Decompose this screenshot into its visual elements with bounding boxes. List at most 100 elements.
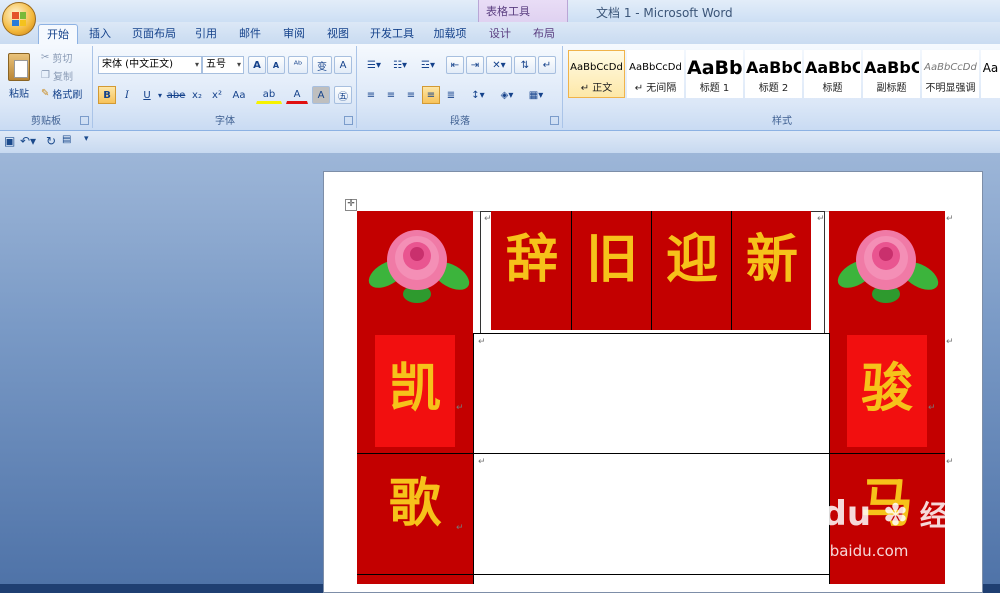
chevron-down-icon: ▾: [236, 60, 241, 69]
styles-group-label: 样式: [772, 116, 792, 127]
decrease-indent-icon[interactable]: ⇤: [446, 56, 464, 74]
row-divider: [357, 453, 473, 454]
style-sample: AaBb: [687, 57, 742, 79]
chevron-down-icon[interactable]: ▾: [156, 86, 164, 104]
baidu-brand: Baidu: [762, 494, 872, 534]
numbering-icon[interactable]: ☷▾: [388, 56, 412, 74]
enclose-char-icon[interactable]: ㊄: [334, 86, 352, 104]
style-name: 标题 1: [699, 83, 730, 94]
tab-addins[interactable]: 加载项: [428, 24, 472, 44]
justify-icon[interactable]: ≡: [422, 86, 440, 104]
font-launcher-icon[interactable]: [344, 116, 353, 125]
header-char-4: 新: [745, 229, 798, 290]
bold-button[interactable]: B: [98, 86, 116, 104]
row-border: [473, 574, 829, 575]
style-more[interactable]: Aa: [981, 50, 1000, 98]
paw-icon: ✽: [882, 498, 909, 533]
align-left-icon[interactable]: ≡: [362, 86, 380, 104]
subscript-button[interactable]: x₂: [188, 86, 206, 104]
font-group: 宋体 (中文正文) ▾ 五号 ▾ A A ᴬᵇ 变 A B I U ▾ abe x₂…: [94, 46, 357, 128]
paragraph-mark-icon: ↵: [946, 457, 954, 467]
style-normal[interactable]: AaBbCcDd ↵ 正文: [568, 50, 625, 98]
change-case-button[interactable]: Aa: [228, 86, 250, 104]
office-button[interactable]: [2, 2, 36, 36]
scissors-icon: ✂: [41, 51, 50, 63]
cut-button[interactable]: ✂ 剪切: [40, 48, 90, 66]
style-name: 不明显强调: [925, 83, 976, 94]
tab-page-layout[interactable]: 页面布局: [126, 24, 182, 44]
undo-icon[interactable]: ↶▾: [20, 134, 36, 148]
tab-mailings[interactable]: 邮件: [232, 24, 268, 44]
multilevel-list-icon[interactable]: ☲▾: [416, 56, 440, 74]
style-heading-2[interactable]: AaBbC 标题 2: [745, 50, 802, 98]
style-subtitle[interactable]: AaBbC 副标题: [863, 50, 920, 98]
tab-view[interactable]: 视图: [320, 24, 356, 44]
header-divider: [651, 211, 652, 330]
phonetic-guide-icon[interactable]: 变: [312, 56, 332, 74]
font-size-select[interactable]: 五号 ▾: [202, 56, 244, 74]
sort-icon[interactable]: ⇅: [514, 56, 536, 74]
tab-references[interactable]: 引用: [188, 24, 224, 44]
bullets-icon[interactable]: ☰▾: [362, 56, 386, 74]
customize-toolbar-icon[interactable]: ▾: [84, 134, 89, 144]
char-shading-button[interactable]: A: [312, 86, 330, 104]
paragraph-mark-icon: ↵: [478, 337, 486, 347]
line-spacing-icon[interactable]: ↕▾: [466, 86, 490, 104]
shrink-font-button[interactable]: A: [267, 56, 285, 74]
style-title[interactable]: AaBbC 标题: [804, 50, 861, 98]
save-icon[interactable]: ▣: [4, 134, 15, 148]
style-heading-1[interactable]: AaBb 标题 1: [686, 50, 743, 98]
show-marks-icon[interactable]: ↵: [538, 56, 556, 74]
asian-layout-icon[interactable]: ✕▾: [486, 56, 512, 74]
style-sample: AaBbCcDd: [570, 62, 623, 73]
tab-layout[interactable]: 布局: [526, 24, 562, 44]
header-char-3: 迎: [665, 229, 718, 290]
italic-button[interactable]: I: [118, 86, 136, 104]
clipboard-launcher-icon[interactable]: [80, 116, 89, 125]
superscript-button[interactable]: x²: [208, 86, 226, 104]
clipboard-group-label: 剪贴板: [31, 116, 61, 127]
copy-label: 复制: [52, 71, 73, 83]
tab-design[interactable]: 设计: [482, 24, 518, 44]
underline-button[interactable]: U: [138, 86, 156, 104]
paste-button[interactable]: 粘贴: [4, 48, 34, 104]
header-char-2: 旧: [585, 229, 638, 290]
tab-review[interactable]: 审阅: [276, 24, 312, 44]
preview-icon[interactable]: ▤: [62, 134, 71, 145]
paragraph-launcher-icon[interactable]: [550, 116, 559, 125]
style-no-spacing[interactable]: AaBbCcDd ↵ 无间隔: [627, 50, 684, 98]
format-painter-button[interactable]: ✎ 格式刷: [40, 84, 90, 102]
paste-icon: [8, 52, 30, 81]
tab-developer[interactable]: 开发工具: [364, 24, 420, 44]
paste-label: 粘贴: [9, 88, 29, 100]
style-sample: Aa: [982, 61, 999, 75]
style-sample: AaBbCcDd: [629, 62, 682, 73]
rose-icon: [837, 230, 939, 303]
highlight-button[interactable]: ab: [256, 86, 282, 104]
header-divider: [731, 211, 732, 330]
distributed-icon[interactable]: ≣: [442, 86, 460, 104]
strikethrough-button[interactable]: abe: [166, 86, 186, 104]
table-cell-empty[interactable]: [474, 334, 829, 453]
align-right-icon[interactable]: ≡: [402, 86, 420, 104]
table-move-handle-icon[interactable]: ✛: [345, 199, 357, 211]
char-border-button[interactable]: A: [334, 56, 352, 74]
font-color-button[interactable]: A: [286, 86, 308, 104]
font-group-label: 字体: [215, 116, 235, 127]
grow-font-button[interactable]: A: [248, 56, 266, 74]
copy-button[interactable]: ❐ 复制: [40, 66, 90, 84]
style-subtle-emphasis[interactable]: AaBbCcDd 不明显强调: [922, 50, 979, 98]
borders-icon[interactable]: ▦▾: [522, 86, 550, 104]
redo-icon[interactable]: ↻: [46, 134, 56, 148]
baidu-watermark-url: jingyan.baidu.com: [770, 542, 909, 560]
increase-indent-icon[interactable]: ⇥: [466, 56, 484, 74]
font-name-select[interactable]: 宋体 (中文正文) ▾: [98, 56, 202, 74]
shading-icon[interactable]: ◈▾: [494, 86, 520, 104]
clear-format-icon[interactable]: ᴬᵇ: [288, 56, 308, 74]
tab-insert[interactable]: 插入: [82, 24, 118, 44]
paragraph-mark-icon: ↵: [456, 523, 464, 533]
align-center-icon[interactable]: ≡: [382, 86, 400, 104]
tab-home[interactable]: 开始: [38, 24, 78, 45]
font-name-value: 宋体 (中文正文): [102, 59, 173, 70]
rose-icon: [368, 230, 470, 303]
